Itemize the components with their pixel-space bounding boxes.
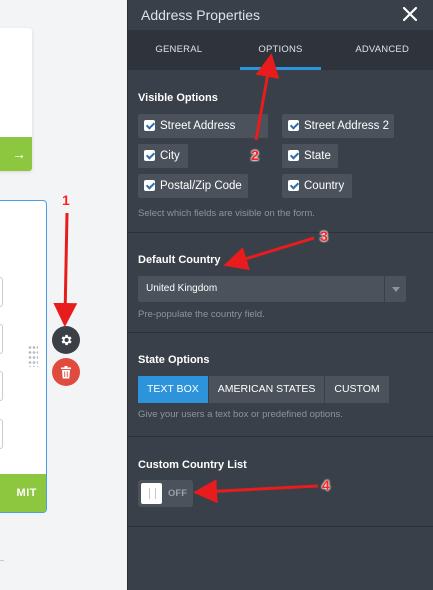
checkbox-icon[interactable] — [288, 180, 299, 191]
option-street-address[interactable]: Street Address — [138, 114, 268, 138]
trash-icon — [61, 365, 71, 378]
option-label: Country — [304, 180, 345, 192]
checkbox-icon[interactable] — [288, 150, 299, 161]
gear-icon — [61, 334, 72, 346]
option-street-address-2[interactable]: Street Address 2 — [282, 114, 394, 138]
state-option-american-states[interactable]: AMERICAN STATES — [208, 376, 326, 403]
option-country[interactable]: Country — [282, 174, 352, 198]
annotation-number-2: 2 — [251, 147, 259, 163]
form-canvas: → MIT — [0, 0, 127, 590]
field-properties-button[interactable] — [52, 326, 80, 354]
default-country-hint: Pre-populate the country field. — [138, 309, 265, 320]
panel-tabs: GENERAL OPTIONS ADVANCED — [128, 30, 433, 70]
annotation-number-1: 1 — [62, 192, 70, 208]
default-country-select[interactable]: United Kingdom — [138, 276, 406, 302]
visible-options-section: Visible Options Street Address Street Ad… — [128, 70, 433, 233]
checkbox-icon[interactable] — [144, 120, 155, 131]
city-input[interactable] — [0, 324, 3, 354]
checkbox-icon[interactable] — [144, 180, 155, 191]
properties-panel: Address Properties GENERAL OPTIONS ADVAN… — [127, 0, 433, 590]
chevron-down-icon[interactable] — [384, 276, 406, 302]
divider — [0, 560, 4, 561]
postal-code-input[interactable] — [0, 371, 3, 401]
visible-options-title: Visible Options — [138, 92, 218, 104]
checkbox-icon[interactable] — [288, 120, 299, 131]
annotation-number-3: 3 — [320, 228, 328, 244]
option-city[interactable]: City — [138, 144, 188, 168]
option-label: State — [304, 150, 331, 162]
option-label: City — [160, 150, 180, 162]
state-options-segmented-control: TEXT BOX AMERICAN STATES CUSTOM — [138, 376, 390, 403]
address-field-card[interactable]: MIT — [0, 200, 47, 513]
default-country-title: Default Country — [138, 254, 221, 266]
country-dropdown[interactable] — [0, 419, 3, 449]
option-state[interactable]: State — [282, 144, 338, 168]
toggle-knob[interactable] — [141, 483, 162, 504]
visible-options-hint: Select which fields are visible on the f… — [138, 208, 315, 219]
state-option-text-box[interactable]: TEXT BOX — [138, 376, 209, 403]
option-label: Street Address — [160, 120, 236, 132]
tab-general[interactable]: GENERAL — [128, 30, 230, 70]
state-options-section: State Options TEXT BOX AMERICAN STATES C… — [128, 333, 433, 437]
delete-field-button[interactable] — [52, 358, 80, 386]
default-country-value: United Kingdom — [146, 283, 218, 294]
street-address-input[interactable] — [0, 277, 3, 307]
state-options-title: State Options — [138, 354, 210, 366]
option-label: Street Address 2 — [304, 120, 390, 132]
close-icon[interactable] — [401, 4, 419, 24]
custom-country-toggle[interactable]: OFF — [138, 480, 193, 507]
toggle-label: OFF — [168, 488, 187, 499]
default-country-section: Default Country United Kingdom Pre-popul… — [128, 233, 433, 333]
option-postal-code[interactable]: Postal/Zip Code — [138, 174, 248, 198]
option-label: Postal/Zip Code — [160, 180, 242, 192]
custom-country-title: Custom Country List — [138, 459, 247, 471]
drag-handle-icon[interactable] — [28, 345, 38, 367]
custom-country-section: Custom Country List OFF — [128, 437, 433, 527]
tab-advanced[interactable]: ADVANCED — [331, 30, 433, 70]
submit-button[interactable]: MIT — [0, 474, 46, 512]
tab-options[interactable]: OPTIONS — [230, 30, 332, 70]
next-button[interactable]: → — [0, 137, 32, 171]
previous-page-card: → — [0, 28, 32, 171]
panel-title: Address Properties — [141, 7, 261, 23]
panel-header: Address Properties — [128, 0, 433, 30]
checkbox-icon[interactable] — [144, 150, 155, 161]
state-options-hint: Give your users a text box or predefined… — [138, 409, 343, 420]
annotation-number-4: 4 — [322, 477, 330, 493]
state-option-custom[interactable]: CUSTOM — [325, 376, 390, 403]
